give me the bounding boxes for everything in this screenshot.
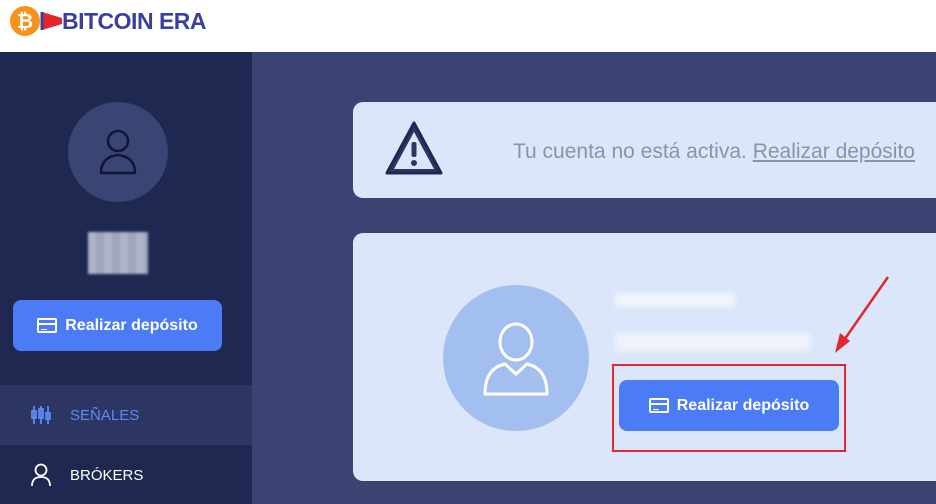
red-arrow-annotation [835, 276, 890, 353]
alert-message: Tu cuenta no está activa. Realizar depós… [513, 140, 915, 164]
bitcoin-era-logo[interactable]: ₿ BITCOIN ERA [10, 4, 207, 38]
panel-deposit-label: Realizar depósito [676, 396, 810, 414]
sidebar-avatar [68, 102, 168, 202]
redacted-name [615, 293, 735, 307]
warning-icon [385, 121, 443, 175]
sidebar: Realizar depósito SEÑALES BRÓKERS [0, 52, 252, 504]
redacted-username [88, 232, 148, 274]
user-avatar-icon [99, 129, 137, 175]
sidebar-deposit-button[interactable]: Realizar depósito [13, 300, 222, 351]
sidebar-item-label: BRÓKERS [70, 466, 144, 484]
redacted-email [615, 333, 810, 351]
account-panel: Realizar depósito [353, 233, 936, 481]
credit-card-icon [37, 318, 58, 333]
user-avatar-icon [483, 322, 549, 396]
sidebar-item-label: SEÑALES [70, 406, 140, 424]
alert-deposit-link[interactable]: Realizar depósito [753, 140, 915, 163]
top-bar: ₿ BITCOIN ERA [0, 0, 936, 52]
sidebar-item-brokers[interactable]: BRÓKERS [0, 445, 252, 504]
user-icon [31, 463, 51, 487]
sidebar-item-signals[interactable]: SEÑALES [0, 385, 252, 445]
panel-avatar [443, 285, 589, 431]
panel-deposit-button[interactable]: Realizar depósito [619, 380, 839, 431]
logo-text: BITCOIN ERA [62, 7, 207, 34]
logo-flag-icon [40, 12, 62, 30]
sidebar-deposit-label: Realizar depósito [65, 316, 198, 334]
alert-text: Tu cuenta no está activa. [513, 140, 753, 163]
credit-card-icon [648, 398, 669, 413]
bitcoin-coin-icon: ₿ [10, 6, 40, 36]
signals-icon [31, 406, 51, 424]
